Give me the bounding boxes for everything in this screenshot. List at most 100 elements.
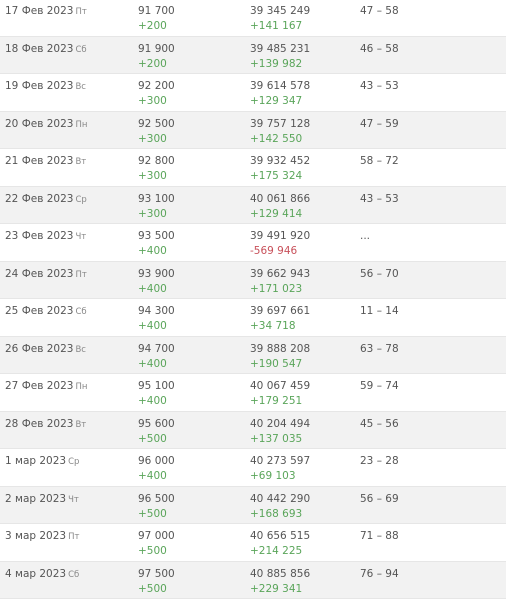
- weekday: Вс: [75, 344, 86, 355]
- value-delta: +300: [138, 170, 167, 182]
- value: 92 800: [138, 155, 175, 167]
- value: 94 700: [138, 342, 175, 355]
- date-cell: 26 Фев 2023 Вс: [5, 342, 86, 358]
- value-cell: 91 700 +200: [138, 4, 175, 34]
- value-cell: 96 000 +400: [138, 454, 175, 484]
- total-cell: 40 067 459 +179 251: [250, 379, 310, 409]
- range: 71 – 88: [360, 530, 399, 542]
- date: 3 мар 2023: [5, 530, 67, 542]
- total: 39 888 208: [250, 342, 311, 355]
- range-cell: 58 – 72: [360, 154, 399, 169]
- range-cell: 47 – 58: [360, 4, 399, 19]
- table-row: 3 мар 2023 Пт 97 000 +500 40 656 515 +214 225…: [0, 524, 506, 562]
- value-cell: 97 500 +500: [138, 567, 175, 597]
- value: 95 100: [138, 380, 175, 392]
- value-cell: 95 100 +400: [138, 379, 175, 409]
- date-cell: 28 Фев 2023 Вт: [5, 417, 86, 433]
- range: 43 – 53: [360, 192, 399, 205]
- value: 92 200: [138, 80, 175, 92]
- data-table: 17 Фев 2023 Пт 91 700 +200 39 345 249 +141 16…: [0, 0, 506, 599]
- date-cell: 4 мар 2023 Сб: [5, 567, 79, 583]
- total: 39 757 128: [250, 117, 311, 130]
- total: 39 697 661: [250, 305, 311, 317]
- total-delta: +139 982: [250, 57, 303, 70]
- total-cell: 39 932 452 +175 324: [250, 154, 310, 184]
- total: 39 662 943: [250, 267, 311, 280]
- weekday: Вт: [75, 419, 87, 430]
- range-cell: 23 – 28: [360, 454, 399, 469]
- value: 91 900: [138, 42, 175, 55]
- value-delta: +400: [138, 470, 167, 482]
- date: 21 Фев 2023: [5, 155, 74, 167]
- total-delta: +34 718: [250, 320, 296, 332]
- total: 39 485 231: [250, 42, 311, 55]
- total-cell: 40 204 494 +137 035: [250, 417, 310, 447]
- range: 76 – 94: [360, 567, 399, 580]
- value-cell: 92 800 +300: [138, 154, 175, 184]
- range-cell: 46 – 58: [360, 42, 399, 57]
- weekday: Ср: [75, 194, 87, 205]
- value-cell: 92 500 +300: [138, 117, 175, 147]
- total-cell: 40 656 515 +214 225: [250, 529, 310, 559]
- range-cell: 63 – 78: [360, 342, 399, 357]
- total-cell: 40 442 290 +168 693: [250, 492, 310, 522]
- total: 40 204 494: [250, 417, 311, 430]
- weekday: Сб: [75, 307, 87, 317]
- weekday: Сб: [68, 569, 80, 580]
- value-delta: +300: [138, 132, 167, 145]
- date: 28 Фев 2023: [5, 417, 74, 430]
- table-row: 18 Фев 2023 Сб 91 900 +200 39 485 231 +139 98…: [0, 36, 506, 74]
- value-cell: 91 900 +200: [138, 42, 175, 72]
- total: 39 491 920: [250, 230, 311, 242]
- value-delta: +500: [138, 545, 167, 557]
- total-cell: 40 273 597 +69 103: [250, 454, 310, 484]
- date-cell: 1 мар 2023 Ср: [5, 454, 79, 470]
- date: 4 мар 2023: [5, 567, 67, 580]
- date: 2 мар 2023: [5, 492, 67, 505]
- value-cell: 94 300 +400: [138, 304, 175, 334]
- value: 93 900: [138, 267, 175, 280]
- total-cell: 39 345 249 +141 167: [250, 4, 310, 34]
- date-cell: 20 Фев 2023 Пн: [5, 117, 87, 133]
- value-delta: +300: [138, 207, 167, 220]
- total: 39 614 578: [250, 80, 311, 92]
- total: 39 345 249: [250, 5, 311, 17]
- total-cell: 39 491 920 -569 946: [250, 229, 310, 259]
- value-delta: +400: [138, 282, 167, 295]
- table-row: 17 Фев 2023 Пт 91 700 +200 39 345 249 +141 16…: [0, 0, 506, 37]
- table-row: 19 Фев 2023 Вс 92 200 +300 39 614 578 +129 34…: [0, 74, 506, 112]
- range: 47 – 58: [360, 5, 399, 17]
- weekday: Чт: [68, 494, 79, 505]
- date: 19 Фев 2023: [5, 80, 74, 92]
- range-cell: 56 – 70: [360, 267, 399, 282]
- total-delta: +141 167: [250, 20, 303, 32]
- table-row: 28 Фев 2023 Вт 95 600 +500 40 204 494 +137 03…: [0, 411, 506, 449]
- range: 59 – 74: [360, 380, 399, 392]
- weekday: Пн: [75, 382, 88, 392]
- date: 26 Фев 2023: [5, 342, 74, 355]
- date-cell: 27 Фев 2023 Пн: [5, 379, 87, 395]
- date-cell: 3 мар 2023 Пт: [5, 529, 79, 545]
- date-cell: 19 Фев 2023 Вс: [5, 79, 86, 95]
- date: 18 Фев 2023: [5, 42, 74, 55]
- date-cell: 22 Фев 2023 Ср: [5, 192, 87, 208]
- date: 22 Фев 2023: [5, 192, 74, 205]
- range: 63 – 78: [360, 342, 399, 355]
- value-delta: +200: [138, 57, 167, 70]
- weekday: Ср: [68, 457, 80, 467]
- total-cell: 39 697 661 +34 718: [250, 304, 310, 334]
- total-cell: 39 888 208 +190 547: [250, 342, 310, 372]
- range-cell: 56 – 69: [360, 492, 399, 507]
- value-delta: +400: [138, 357, 167, 370]
- range: 46 – 58: [360, 42, 399, 55]
- date-cell: 18 Фев 2023 Сб: [5, 42, 87, 58]
- date: 23 Фев 2023: [5, 230, 74, 242]
- table-row: 26 Фев 2023 Вс 94 700 +400 39 888 208 +190 54…: [0, 336, 506, 374]
- value-delta: +400: [138, 395, 167, 407]
- value: 97 000: [138, 530, 175, 542]
- table-row: 25 Фев 2023 Сб 94 300 +400 39 697 661 +34 718…: [0, 299, 506, 337]
- range: 56 – 69: [360, 492, 399, 505]
- total: 40 067 459: [250, 380, 311, 392]
- value-delta: +400: [138, 320, 167, 332]
- total-delta: -569 946: [250, 245, 298, 257]
